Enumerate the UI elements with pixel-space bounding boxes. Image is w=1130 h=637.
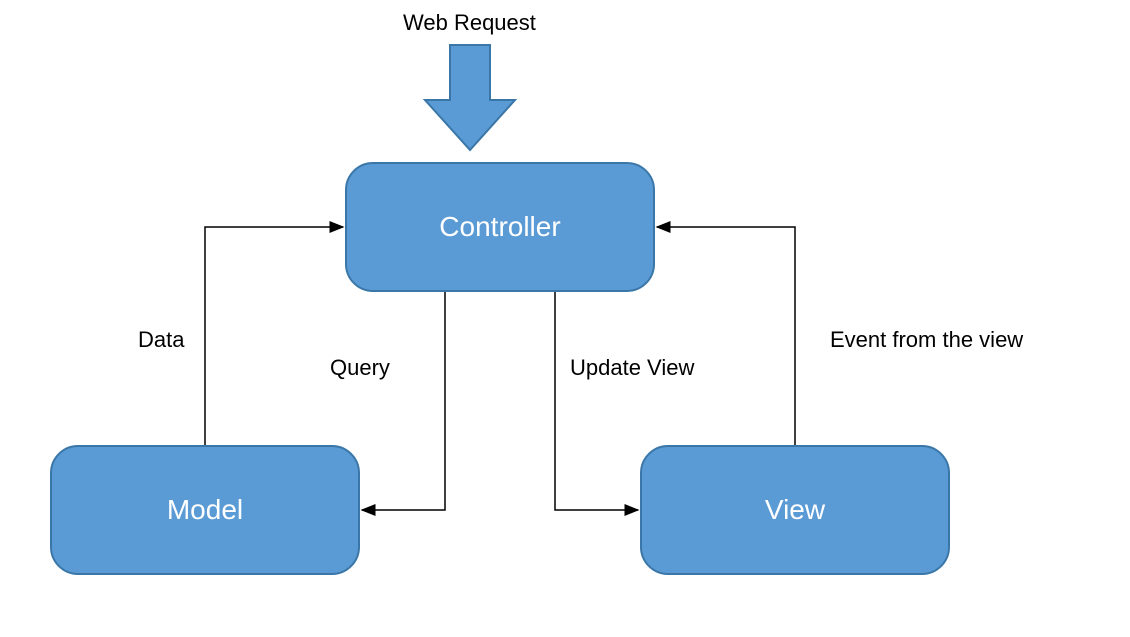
edge-label-query: Query (330, 355, 390, 381)
node-controller: Controller (345, 162, 655, 292)
edge-label-event-from-view: Event from the view (830, 327, 1023, 353)
diagram-title: Web Request (403, 10, 536, 36)
edge-label-update-view: Update View (570, 355, 694, 381)
node-view: View (640, 445, 950, 575)
arrow-update-view (555, 292, 638, 510)
node-model: Model (50, 445, 360, 575)
arrow-event-from-view (657, 227, 795, 445)
arrow-query (362, 292, 445, 510)
edge-label-data: Data (138, 327, 184, 353)
arrow-data (205, 227, 343, 445)
